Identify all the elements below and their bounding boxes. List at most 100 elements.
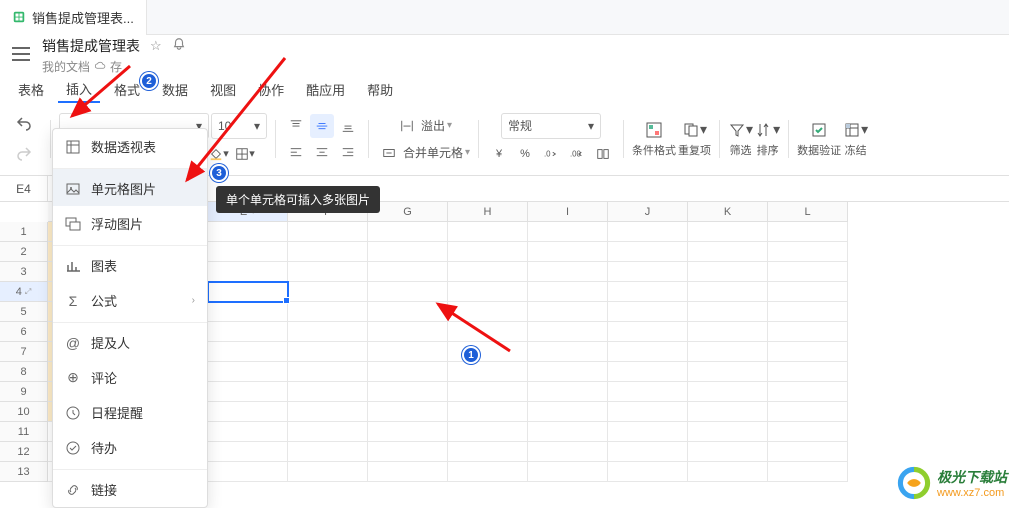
font-size-select[interactable]: 10▾ xyxy=(211,113,267,139)
cell-J5[interactable] xyxy=(608,302,688,322)
cell-E6[interactable] xyxy=(208,322,288,342)
cell-J2[interactable] xyxy=(608,242,688,262)
align-bottom-button[interactable] xyxy=(336,114,360,138)
cell-F2[interactable] xyxy=(288,242,368,262)
row-header-7[interactable]: 7 xyxy=(0,342,48,362)
cell-L5[interactable] xyxy=(768,302,848,322)
row-header-11[interactable]: 11 xyxy=(0,422,48,442)
cell-F5[interactable] xyxy=(288,302,368,322)
name-box[interactable]: E4 xyxy=(0,176,48,201)
cell-L11[interactable] xyxy=(768,422,848,442)
cell-L2[interactable] xyxy=(768,242,848,262)
cell-I13[interactable] xyxy=(528,462,608,482)
conditional-format-button[interactable]: 条件格式 xyxy=(632,121,676,158)
cell-I6[interactable] xyxy=(528,322,608,342)
filter-button[interactable]: ▾ 筛选 xyxy=(728,121,753,158)
document-tab[interactable]: 销售提成管理表... xyxy=(0,0,147,35)
wrap-button[interactable] xyxy=(395,114,419,138)
menu-mention[interactable]: @ 提及人 xyxy=(53,322,207,360)
cell-G8[interactable] xyxy=(368,362,448,382)
row-header-6[interactable]: 6 xyxy=(0,322,48,342)
cell-H9[interactable] xyxy=(448,382,528,402)
menu-help[interactable]: 帮助 xyxy=(359,77,401,102)
cell-H8[interactable] xyxy=(448,362,528,382)
cell-J12[interactable] xyxy=(608,442,688,462)
cell-H6[interactable] xyxy=(448,322,528,342)
cell-K9[interactable] xyxy=(688,382,768,402)
cell-K8[interactable] xyxy=(688,362,768,382)
menu-table[interactable]: 表格 xyxy=(10,77,52,102)
decimal-dec-button[interactable]: .0 xyxy=(539,142,563,166)
notifications-icon[interactable] xyxy=(172,37,186,54)
row-header-10[interactable]: 10 xyxy=(0,402,48,422)
cell-I1[interactable] xyxy=(528,222,608,242)
cell-H7[interactable] xyxy=(448,342,528,362)
cell-L3[interactable] xyxy=(768,262,848,282)
cell-H4[interactable] xyxy=(448,282,528,302)
row-header-8[interactable]: 8 xyxy=(0,362,48,382)
cell-H2[interactable] xyxy=(448,242,528,262)
menu-insert[interactable]: 插入 xyxy=(58,76,100,103)
percent-button[interactable]: % xyxy=(513,142,537,166)
menu-todo[interactable]: 待办 xyxy=(53,430,207,465)
cell-L8[interactable] xyxy=(768,362,848,382)
main-menu-icon[interactable] xyxy=(12,47,30,64)
cell-K12[interactable] xyxy=(688,442,768,462)
cell-H3[interactable] xyxy=(448,262,528,282)
cell-L4[interactable] xyxy=(768,282,848,302)
menu-link[interactable]: 链接 xyxy=(53,469,207,507)
redo-button[interactable] xyxy=(12,141,36,165)
cell-E12[interactable] xyxy=(208,442,288,462)
cell-J10[interactable] xyxy=(608,402,688,422)
cell-I2[interactable] xyxy=(528,242,608,262)
menu-float-image[interactable]: 浮动图片 xyxy=(53,206,207,241)
cell-F3[interactable] xyxy=(288,262,368,282)
row-header-3[interactable]: 3 xyxy=(0,262,48,282)
menu-reminder[interactable]: 日程提醒 xyxy=(53,395,207,430)
menu-view[interactable]: 视图 xyxy=(202,77,244,102)
menu-formula[interactable]: Σ 公式 › xyxy=(53,283,207,318)
star-icon[interactable]: ☆ xyxy=(150,38,162,54)
cell-K13[interactable] xyxy=(688,462,768,482)
menu-coolapps[interactable]: 酷应用 xyxy=(298,77,353,102)
menu-cell-image[interactable]: 单元格图片 xyxy=(53,168,207,206)
cell-L12[interactable] xyxy=(768,442,848,462)
cell-F13[interactable] xyxy=(288,462,368,482)
cell-F10[interactable] xyxy=(288,402,368,422)
cell-F11[interactable] xyxy=(288,422,368,442)
align-middle-button[interactable] xyxy=(310,114,334,138)
menu-comment[interactable]: ⊕ 评论 xyxy=(53,360,207,395)
format-more-button[interactable] xyxy=(591,142,615,166)
cell-J11[interactable] xyxy=(608,422,688,442)
cell-I8[interactable] xyxy=(528,362,608,382)
cell-E13[interactable] xyxy=(208,462,288,482)
cell-E9[interactable] xyxy=(208,382,288,402)
cell-I4[interactable] xyxy=(528,282,608,302)
decimal-inc-button[interactable]: .00 xyxy=(565,142,589,166)
cell-I12[interactable] xyxy=(528,442,608,462)
cell-G2[interactable] xyxy=(368,242,448,262)
row-header-9[interactable]: 9 xyxy=(0,382,48,402)
cell-E2[interactable] xyxy=(208,242,288,262)
cell-K5[interactable] xyxy=(688,302,768,322)
cell-F12[interactable] xyxy=(288,442,368,462)
cell-J7[interactable] xyxy=(608,342,688,362)
align-right-button[interactable] xyxy=(336,141,360,165)
cell-L7[interactable] xyxy=(768,342,848,362)
cell-H13[interactable] xyxy=(448,462,528,482)
col-header-L[interactable]: L xyxy=(768,202,848,222)
align-top-button[interactable] xyxy=(284,114,308,138)
cell-E5[interactable] xyxy=(208,302,288,322)
cell-E4[interactable] xyxy=(208,282,288,302)
cell-K1[interactable] xyxy=(688,222,768,242)
cell-G4[interactable] xyxy=(368,282,448,302)
border-button[interactable]: ▾ xyxy=(233,142,257,166)
col-header-J[interactable]: J xyxy=(608,202,688,222)
validate-button[interactable]: 数据验证 xyxy=(797,121,841,158)
cell-K11[interactable] xyxy=(688,422,768,442)
cell-G13[interactable] xyxy=(368,462,448,482)
cell-E7[interactable] xyxy=(208,342,288,362)
cell-I10[interactable] xyxy=(528,402,608,422)
cell-F4[interactable] xyxy=(288,282,368,302)
row-header-12[interactable]: 12 xyxy=(0,442,48,462)
